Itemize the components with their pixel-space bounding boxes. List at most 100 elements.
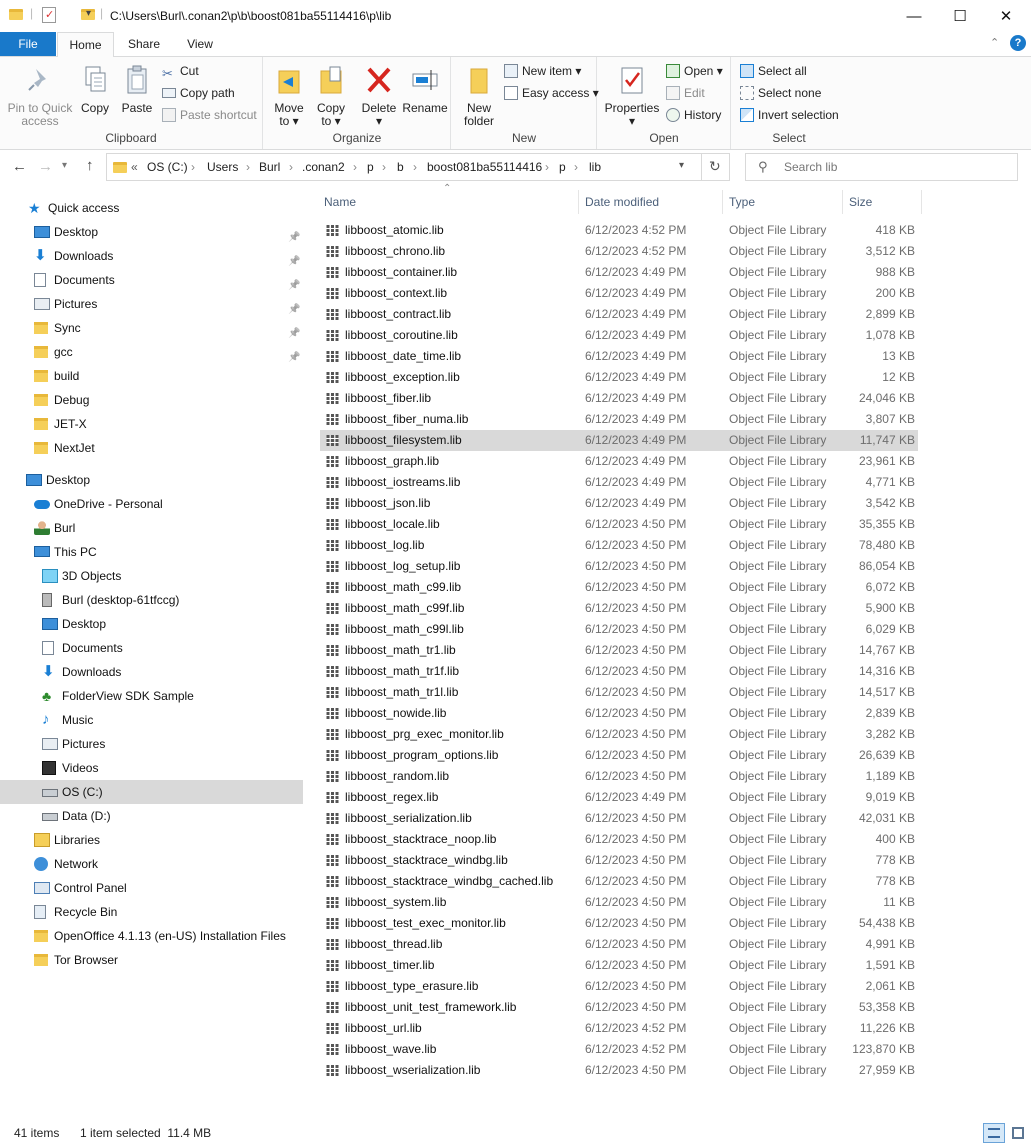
- tab-share[interactable]: Share: [118, 32, 170, 56]
- file-row[interactable]: libboost_filesystem.lib 6/12/2023 4:49 PM…: [320, 430, 918, 451]
- nav-item[interactable]: OpenOffice 4.1.13 (en-US) Installation F…: [0, 924, 303, 948]
- nav-item[interactable]: OS (C:): [0, 780, 303, 804]
- file-row[interactable]: libboost_prg_exec_monitor.lib 6/12/2023 4…: [320, 724, 918, 745]
- nav-item[interactable]: Documents 📌: [0, 268, 303, 292]
- rename-button[interactable]: Rename: [402, 65, 448, 115]
- delete-button[interactable]: Delete ▾: [358, 65, 400, 128]
- file-row[interactable]: libboost_context.lib 6/12/2023 4:49 PM Obj…: [320, 283, 918, 304]
- file-row[interactable]: libboost_timer.lib 6/12/2023 4:50 PM Objec…: [320, 955, 918, 976]
- new-folder-button[interactable]: New folder: [458, 65, 500, 128]
- file-row[interactable]: libboost_math_c99.lib 6/12/2023 4:50 PM Ob…: [320, 577, 918, 598]
- nav-item[interactable]: Pictures: [0, 732, 303, 756]
- file-row[interactable]: libboost_iostreams.lib 6/12/2023 4:49 PM O…: [320, 472, 918, 493]
- tab-view[interactable]: View: [174, 32, 226, 56]
- column-header-size[interactable]: Size: [849, 190, 872, 216]
- collapse-ribbon-icon[interactable]: ⌃: [990, 36, 999, 49]
- up-arrow-icon[interactable]: ↑: [86, 157, 94, 174]
- nav-item[interactable]: build: [0, 364, 303, 388]
- breadcrumb-item[interactable]: .conan2: [302, 160, 345, 174]
- nav-item[interactable]: NextJet: [0, 436, 303, 460]
- nav-item[interactable]: ♣ FolderView SDK Sample: [0, 684, 303, 708]
- column-header-name[interactable]: Name: [324, 190, 356, 216]
- tab-home[interactable]: Home: [57, 32, 114, 57]
- file-row[interactable]: libboost_stacktrace_windbg.lib 6/12/2023 …: [320, 850, 918, 871]
- nav-item[interactable]: 3D Objects: [0, 564, 303, 588]
- details-view-button[interactable]: [983, 1123, 1005, 1143]
- nav-item[interactable]: Tor Browser: [0, 948, 303, 972]
- nav-item[interactable]: ⬇ Downloads: [0, 660, 303, 684]
- select-all-button[interactable]: Select all: [740, 61, 807, 81]
- breadcrumb-item[interactable]: lib: [589, 160, 601, 174]
- pin-to-quick-access-button[interactable]: Pin to Quick access: [4, 65, 76, 128]
- address-history-chevron-icon[interactable]: ▾: [679, 160, 684, 171]
- file-row[interactable]: libboost_json.lib 6/12/2023 4:49 PM Object…: [320, 493, 918, 514]
- nav-item[interactable]: Desktop 📌: [0, 220, 303, 244]
- file-row[interactable]: libboost_chrono.lib 6/12/2023 4:52 PM Obje…: [320, 241, 918, 262]
- file-row[interactable]: libboost_thread.lib 6/12/2023 4:50 PM Obje…: [320, 934, 918, 955]
- file-row[interactable]: libboost_math_tr1l.lib 6/12/2023 4:50 PM O…: [320, 682, 918, 703]
- file-row[interactable]: libboost_fiber.lib 6/12/2023 4:49 PM Objec…: [320, 388, 918, 409]
- file-row[interactable]: libboost_math_tr1f.lib 6/12/2023 4:50 PM O…: [320, 661, 918, 682]
- recent-locations-chevron-icon[interactable]: ▾: [62, 160, 67, 171]
- file-row[interactable]: libboost_container.lib 6/12/2023 4:49 PM O…: [320, 262, 918, 283]
- file-row[interactable]: libboost_nowide.lib 6/12/2023 4:50 PM Obje…: [320, 703, 918, 724]
- address-bar[interactable]: « OS (C:) › Users › Burl › .conan2 › p ›…: [106, 153, 730, 181]
- nav-item[interactable]: ★ Quick access: [0, 196, 303, 220]
- nav-item[interactable]: Documents: [0, 636, 303, 660]
- search-input[interactable]: Search lib: [784, 160, 837, 174]
- breadcrumb-item[interactable]: boost081ba55114416: [427, 160, 542, 174]
- easy-access-button[interactable]: Easy access ▾: [504, 83, 599, 103]
- maximize-button[interactable]: ☐: [937, 0, 983, 32]
- file-row[interactable]: libboost_log.lib 6/12/2023 4:50 PM Object …: [320, 535, 918, 556]
- breadcrumb-item[interactable]: p: [367, 160, 374, 174]
- nav-item[interactable]: JET-X: [0, 412, 303, 436]
- refresh-icon[interactable]: ↻: [709, 158, 721, 175]
- breadcrumb-overflow[interactable]: «: [131, 160, 138, 174]
- help-icon[interactable]: ?: [1010, 35, 1026, 51]
- file-row[interactable]: libboost_math_c99f.lib 6/12/2023 4:50 PM O…: [320, 598, 918, 619]
- file-row[interactable]: libboost_stacktrace_noop.lib 6/12/2023 4:…: [320, 829, 918, 850]
- file-row[interactable]: libboost_wave.lib 6/12/2023 4:52 PM Object…: [320, 1039, 918, 1060]
- history-button[interactable]: History: [666, 105, 721, 125]
- open-button[interactable]: Open ▾: [666, 61, 723, 81]
- file-row[interactable]: libboost_math_c99l.lib 6/12/2023 4:50 PM O…: [320, 619, 918, 640]
- file-row[interactable]: libboost_test_exec_monitor.lib 6/12/2023 …: [320, 913, 918, 934]
- column-header-type[interactable]: Type: [729, 190, 755, 216]
- file-row[interactable]: libboost_serialization.lib 6/12/2023 4:50…: [320, 808, 918, 829]
- breadcrumb-item[interactable]: b: [397, 160, 404, 174]
- file-row[interactable]: libboost_graph.lib 6/12/2023 4:49 PM Objec…: [320, 451, 918, 472]
- nav-item[interactable]: Videos: [0, 756, 303, 780]
- breadcrumb-item[interactable]: Burl: [259, 160, 280, 174]
- nav-item[interactable]: Data (D:): [0, 804, 303, 828]
- forward-arrow-icon[interactable]: →: [38, 158, 53, 175]
- breadcrumb-item[interactable]: Users: [207, 160, 238, 174]
- nav-item[interactable]: Desktop: [0, 468, 303, 492]
- close-button[interactable]: ✕: [983, 0, 1029, 32]
- nav-item[interactable]: OneDrive - Personal: [0, 492, 303, 516]
- file-row[interactable]: libboost_contract.lib 6/12/2023 4:49 PM Ob…: [320, 304, 918, 325]
- file-row[interactable]: libboost_regex.lib 6/12/2023 4:49 PM Objec…: [320, 787, 918, 808]
- invert-selection-button[interactable]: Invert selection: [740, 105, 839, 125]
- breadcrumb-item[interactable]: p: [559, 160, 566, 174]
- nav-item[interactable]: Libraries: [0, 828, 303, 852]
- copy-button[interactable]: Copy: [76, 65, 114, 115]
- minimize-button[interactable]: —: [891, 0, 937, 32]
- nav-item[interactable]: Desktop: [0, 612, 303, 636]
- nav-item[interactable]: ⬇ Downloads 📌: [0, 244, 303, 268]
- nav-item[interactable]: Recycle Bin: [0, 900, 303, 924]
- large-icons-view-button[interactable]: [1008, 1123, 1028, 1143]
- file-row[interactable]: libboost_unit_test_framework.lib 6/12/202…: [320, 997, 918, 1018]
- file-row[interactable]: libboost_atomic.lib 6/12/2023 4:52 PM Obje…: [320, 220, 918, 241]
- breadcrumb-item[interactable]: OS (C:): [147, 160, 188, 174]
- file-row[interactable]: libboost_random.lib 6/12/2023 4:50 PM Obje…: [320, 766, 918, 787]
- edit-button[interactable]: Edit: [666, 83, 705, 103]
- file-row[interactable]: libboost_locale.lib 6/12/2023 4:50 PM Obje…: [320, 514, 918, 535]
- move-to-button[interactable]: Move to ▾: [268, 65, 310, 128]
- nav-item[interactable]: Control Panel: [0, 876, 303, 900]
- file-row[interactable]: libboost_log_setup.lib 6/12/2023 4:50 PM O…: [320, 556, 918, 577]
- nav-item[interactable]: Sync 📌: [0, 316, 303, 340]
- properties-button[interactable]: Properties ▾: [602, 65, 662, 128]
- nav-item[interactable]: Burl (desktop-61tfccg): [0, 588, 303, 612]
- copy-path-button[interactable]: Copy path: [162, 83, 235, 103]
- back-arrow-icon[interactable]: ←: [12, 158, 27, 175]
